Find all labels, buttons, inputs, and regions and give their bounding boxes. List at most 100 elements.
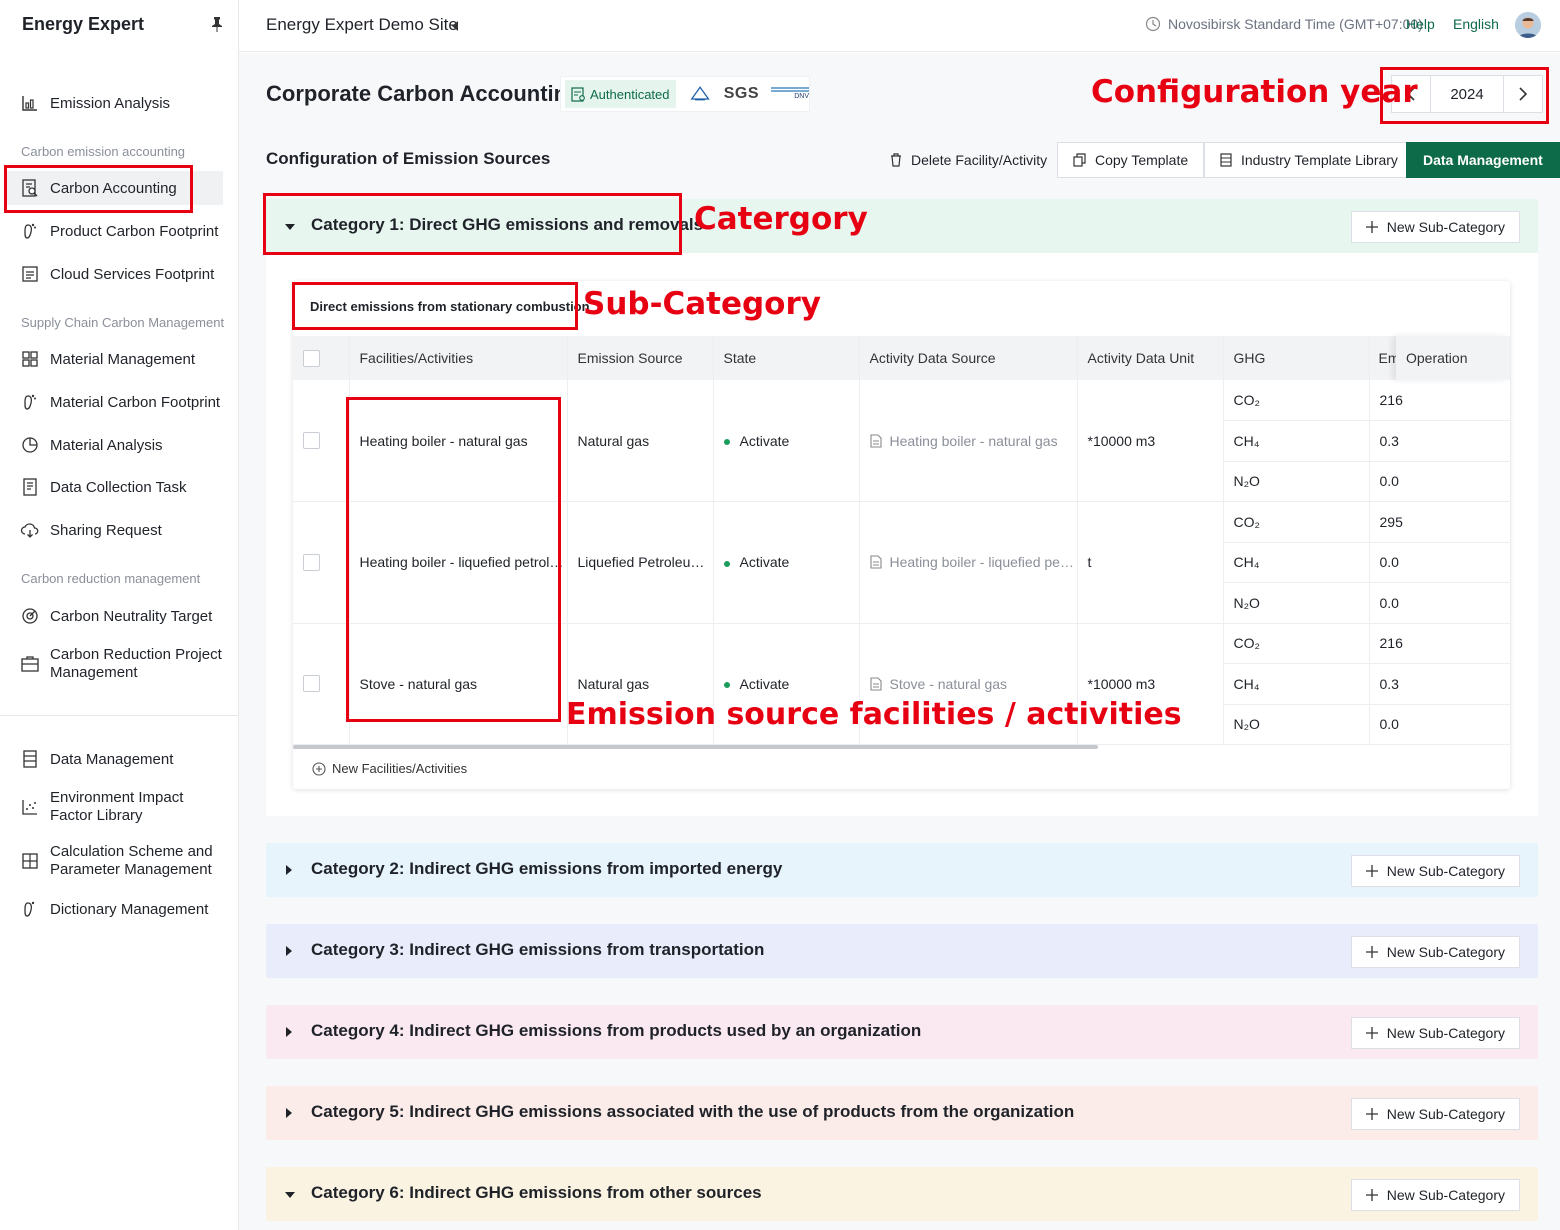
tuv-logo-icon [689, 86, 710, 101]
row-checkbox[interactable] [303, 675, 320, 693]
sidebar-item-label: Sharing Request [50, 521, 162, 539]
emission-cell: 0.0 [1369, 461, 1510, 502]
caret-right-icon[interactable] [286, 946, 292, 956]
sidebar-item-label: Material Analysis [50, 436, 163, 454]
category-4-header[interactable]: Category 4: Indirect GHG emissions from … [266, 1005, 1538, 1059]
sidebar-item-data-collection-task[interactable]: Data Collection Task [6, 470, 223, 504]
new-sub-category-button[interactable]: New Sub-Category [1350, 936, 1520, 968]
plus-icon [1365, 221, 1378, 233]
category-3-header[interactable]: Category 3: Indirect GHG emissions from … [266, 924, 1538, 978]
category-title: Category 3: Indirect GHG emissions from … [311, 940, 765, 959]
sidebar-item-environment-impact-factor-library[interactable]: Environment Impact Factor Library [6, 785, 223, 829]
annotation-box-nav [4, 165, 193, 213]
cloud-footprint-icon [22, 266, 38, 282]
ghg-cell: N₂O [1223, 461, 1370, 502]
sidebar-item-sharing-request[interactable]: Sharing Request [6, 513, 223, 547]
task-list-icon [23, 478, 37, 496]
new-sub-category-label: New Sub-Category [1386, 1106, 1505, 1122]
grid-icon [22, 351, 38, 367]
activity-data-unit-cell: t [1077, 501, 1224, 624]
sidebar-item-material-management[interactable]: Material Management [6, 342, 223, 376]
new-facility-label: New Facilities/Activities [332, 761, 468, 776]
select-all-header[interactable] [293, 336, 350, 380]
ghg-cell: CH₄ [1223, 420, 1370, 462]
new-sub-category-label: New Sub-Category [1386, 863, 1505, 879]
delete-facility-label: Delete Facility/Activity [911, 152, 1048, 168]
activity-data-source-cell[interactable]: Heating boiler - natural gas [859, 380, 1078, 502]
data-management-button[interactable]: Data Management [1406, 142, 1560, 178]
timezone-label: Novosibirsk Standard Time (GMT+07:00) [1168, 16, 1423, 32]
state-label: Activate [739, 432, 790, 449]
copy-template-button[interactable]: Copy Template [1057, 142, 1205, 178]
status-dot [723, 560, 730, 567]
sidebar-item-calculation-scheme[interactable]: Calculation Scheme and Parameter Managem… [6, 839, 223, 883]
row-checkbox[interactable] [303, 432, 320, 449]
new-sub-category-button[interactable]: New Sub-Category [1350, 1179, 1520, 1211]
new-sub-category-label: New Sub-Category [1386, 219, 1505, 235]
sidebar-item-label: Material Carbon Footprint [50, 393, 221, 411]
new-sub-category-button[interactable]: New Sub-Category [1350, 1017, 1520, 1049]
activity-data-source-label: Stove - natural gas [889, 675, 1008, 692]
plus-icon [1365, 1108, 1378, 1120]
sidebar-item-carbon-neutrality-target[interactable]: Carbon Neutrality Target [6, 599, 223, 633]
sidebar-item-carbon-reduction-project[interactable]: Carbon Reduction Project Management [6, 642, 223, 686]
delete-facility-button[interactable]: Delete Facility/Activity [890, 142, 1047, 178]
emission-cell: 0.0 [1369, 582, 1510, 624]
calculator-icon [22, 853, 38, 869]
plus-icon [1365, 1027, 1378, 1039]
sidebar-item-dictionary-management[interactable]: Dictionary Management [6, 892, 223, 926]
timezone[interactable]: Novosibirsk Standard Time (GMT+07:00) [1145, 16, 1423, 32]
site-name[interactable]: Energy Expert Demo Site [266, 15, 458, 35]
language-selector[interactable]: English [1453, 16, 1499, 32]
caret-right-icon[interactable] [286, 1027, 292, 1037]
new-facility-button[interactable]: New Facilities/Activities [312, 761, 467, 776]
emission-source-cell: Liquefied Petroleum G... [567, 501, 714, 624]
category-2-header[interactable]: Category 2: Indirect GHG emissions from … [266, 843, 1538, 897]
category-title: Category 6: Indirect GHG emissions from … [311, 1183, 762, 1202]
emission-cell: 216 [1369, 380, 1510, 421]
caret-right-icon[interactable] [286, 1108, 292, 1118]
new-sub-category-button[interactable]: New Sub-Category [1350, 1098, 1520, 1130]
avatar[interactable] [1515, 12, 1541, 38]
sidebar-item-material-carbon-footprint[interactable]: Material Carbon Footprint [6, 385, 223, 419]
sidebar-item-material-analysis[interactable]: Material Analysis [6, 428, 223, 462]
status-dot [723, 682, 730, 689]
category-6-header[interactable]: Category 6: Indirect GHG emissions from … [266, 1167, 1538, 1221]
category-5-header[interactable]: Category 5: Indirect GHG emissions assoc… [266, 1086, 1538, 1140]
sidebar-item-data-management[interactable]: Data Management [6, 742, 223, 776]
document-icon [869, 433, 882, 448]
sidebar-item-label: Cloud Services Footprint [50, 265, 215, 283]
state-label: Activate [739, 675, 790, 692]
caret-down-icon[interactable] [285, 1192, 295, 1198]
sidebar-item-emission-analysis[interactable]: Emission Analysis [6, 86, 223, 120]
select-all-checkbox[interactable] [303, 349, 320, 367]
sidebar-item-cloud-services-footprint[interactable]: Cloud Services Footprint [6, 257, 223, 291]
annotation-box-category [263, 193, 682, 255]
emission-cell: 295 [1369, 501, 1510, 543]
new-sub-category-button[interactable]: New Sub-Category [1350, 211, 1520, 243]
brand-name: Energy Expert [22, 14, 145, 34]
pin-icon[interactable] [210, 16, 224, 32]
row-select-cell [293, 501, 350, 624]
industry-template-library-button[interactable]: Industry Template Library [1204, 142, 1414, 178]
caret-right-icon[interactable] [286, 865, 292, 875]
briefcase-icon [21, 656, 39, 672]
help-link[interactable]: Help [1406, 16, 1435, 32]
collapse-caret-icon[interactable] [452, 21, 458, 31]
annotation-sub-category: Sub-Category [583, 286, 821, 322]
ghg-cell: CO₂ [1223, 623, 1370, 664]
sidebar-item-label: Emission Analysis [50, 94, 171, 112]
horizontal-scrollbar[interactable] [293, 745, 1098, 749]
emission-cell: 0.0 [1369, 704, 1510, 745]
activity-data-source-cell[interactable]: Heating boiler - liquefied petrol... [859, 501, 1078, 624]
row-checkbox[interactable] [303, 553, 320, 571]
emission-cell: 0.3 [1369, 663, 1510, 705]
section-label: Supply Chain Carbon Management [21, 315, 225, 330]
new-sub-category-label: New Sub-Category [1386, 1025, 1505, 1041]
sidebar-item-product-carbon-footprint[interactable]: Product Carbon Footprint [6, 214, 223, 248]
sidebar-item-label: Calculation Scheme and Parameter Managem… [50, 843, 213, 878]
share-cloud-icon [20, 523, 39, 538]
new-sub-category-button[interactable]: New Sub-Category [1350, 855, 1520, 887]
column-header: Facilities/Activities [349, 336, 568, 380]
emission-cell: 0.0 [1369, 542, 1510, 583]
